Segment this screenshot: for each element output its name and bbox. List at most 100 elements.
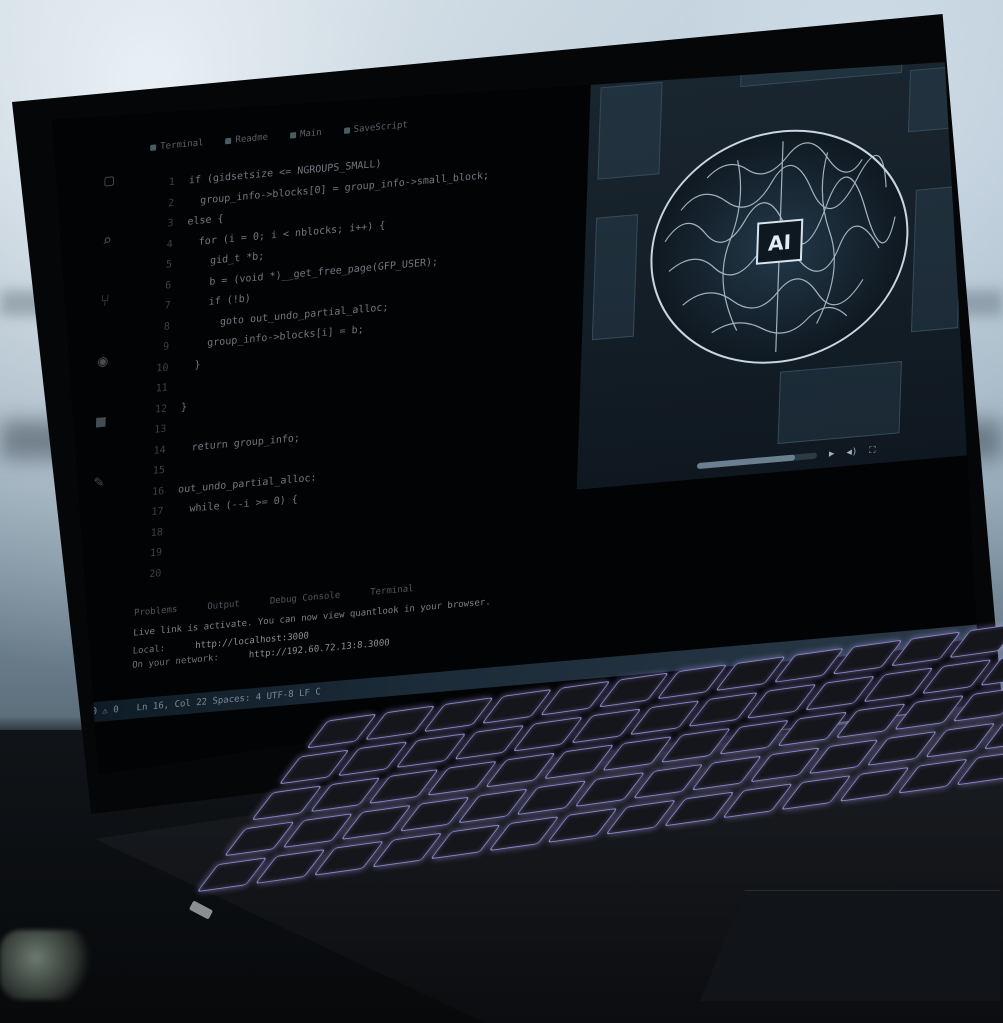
tab-terminal[interactable]: Terminal <box>150 132 204 159</box>
panel-tab-terminal[interactable]: Terminal <box>370 584 414 598</box>
keyboard-key <box>924 722 996 758</box>
hud-element <box>777 361 902 445</box>
media-controls: ▶ ◀) ⛶ <box>696 435 967 473</box>
line-number: 12 <box>154 403 168 416</box>
keyboard-key <box>780 775 852 810</box>
panel-tab-debug-console[interactable]: Debug Console <box>270 590 341 606</box>
fullscreen-icon[interactable]: ⛶ <box>869 445 876 456</box>
line-number: 14 <box>153 444 166 457</box>
keyboard-key <box>866 730 938 766</box>
keyboard-key <box>488 816 560 852</box>
keyboard-key <box>254 849 326 884</box>
keyboard-key <box>340 804 412 840</box>
preview-panel: AI ▶ ◀) ⛶ <box>576 62 978 490</box>
keyboard-key <box>808 739 879 775</box>
keyboard-key <box>395 733 467 768</box>
line-number: 6 <box>165 279 172 292</box>
keyboard-key <box>718 719 790 755</box>
line-number: 9 <box>162 341 170 353</box>
code-text: } <box>182 359 201 372</box>
desk-object <box>0 930 90 1000</box>
keyboard-key <box>746 683 817 719</box>
tab-savescript[interactable]: SaveScript <box>343 114 408 142</box>
keyboard-key <box>955 750 1003 786</box>
keyboard-key <box>313 840 385 876</box>
panel-tab-output[interactable]: Output <box>207 599 240 612</box>
line-number: 2 <box>167 197 175 209</box>
keyboard-key <box>516 780 587 816</box>
line-number: 10 <box>156 361 169 375</box>
seek-progress <box>696 454 796 470</box>
keyboard-key <box>457 788 529 824</box>
keyboard-key <box>512 716 584 752</box>
line-number: 5 <box>165 259 173 271</box>
code-editor-window: ▢ ⌕ ⑂ ◉ ■ ✎ ⚙ Terminal Readme Main SaveS… <box>52 62 978 744</box>
line-number: 19 <box>149 547 163 560</box>
keyboard-key <box>893 695 965 730</box>
source-control-icon[interactable]: ⑂ <box>95 290 116 312</box>
keyboard-key <box>663 791 735 827</box>
keyboard-key <box>399 796 470 832</box>
keyboard-key <box>454 724 525 760</box>
play-icon[interactable]: ▶ <box>829 449 835 460</box>
line-number: 15 <box>152 464 166 477</box>
extensions-icon[interactable]: ■ <box>90 411 111 433</box>
edit-icon[interactable]: ✎ <box>88 471 109 493</box>
keyboard-key <box>952 686 1003 722</box>
keyboard-key <box>629 700 701 736</box>
keyboard-key <box>804 675 876 711</box>
line-number: 18 <box>150 526 163 539</box>
search-icon[interactable]: ⌕ <box>97 230 118 252</box>
ai-badge-text: AI <box>768 230 792 256</box>
status-position[interactable]: Ln 16, Col 22 Spaces: 4 UTF-8 LF C <box>136 687 320 713</box>
keyboard-key <box>485 752 556 788</box>
debug-icon[interactable]: ◉ <box>93 350 114 372</box>
keyboard-key <box>426 760 498 796</box>
keyboard-key <box>309 777 381 813</box>
hud-element <box>591 214 639 341</box>
seek-bar[interactable] <box>696 452 818 470</box>
volume-icon[interactable]: ◀) <box>846 447 857 458</box>
keyboard-key <box>371 832 443 868</box>
line-number: 7 <box>164 300 171 312</box>
files-icon[interactable]: ▢ <box>99 170 120 192</box>
panel-tab-problems[interactable]: Problems <box>134 605 178 619</box>
file-icon <box>150 144 157 151</box>
tab-readme[interactable]: Readme <box>225 127 268 153</box>
keyboard-key <box>282 813 354 849</box>
keyboard-key <box>632 763 704 799</box>
code-text: } <box>180 401 188 413</box>
line-number: 17 <box>151 505 164 519</box>
keyboard-key <box>777 711 848 747</box>
keyboard-key <box>605 799 677 835</box>
touchpad[interactable] <box>700 890 1000 1001</box>
brain-graphic: AI <box>650 129 909 364</box>
line-number: 20 <box>149 567 162 580</box>
file-icon <box>225 137 232 145</box>
code-area[interactable]: 1 if (gidsetsize <= NGROUPS_SMALL) 2 group… <box>135 137 579 586</box>
keyboard-key <box>660 727 732 763</box>
line-number: 4 <box>166 238 173 251</box>
brain-illustration: AI <box>640 109 919 384</box>
line-number: 13 <box>154 423 167 436</box>
keyboard-key <box>337 741 409 777</box>
keyboard-key <box>749 747 821 783</box>
keyboard-key <box>687 692 759 727</box>
bottom-panel: Problems Output Debug Console Terminal L… <box>132 570 574 673</box>
keyboard-key <box>570 708 642 744</box>
keyboard-key <box>839 766 910 802</box>
line-number: 1 <box>168 176 176 189</box>
line-number: 16 <box>151 485 165 498</box>
keyboard-key <box>574 772 646 807</box>
line-number: 3 <box>167 217 174 230</box>
keyboard-key <box>547 807 618 843</box>
keyboard-key <box>543 744 615 780</box>
tab-main[interactable]: Main <box>289 122 322 147</box>
line-number: 8 <box>163 320 171 333</box>
keyboard-key <box>722 783 794 819</box>
